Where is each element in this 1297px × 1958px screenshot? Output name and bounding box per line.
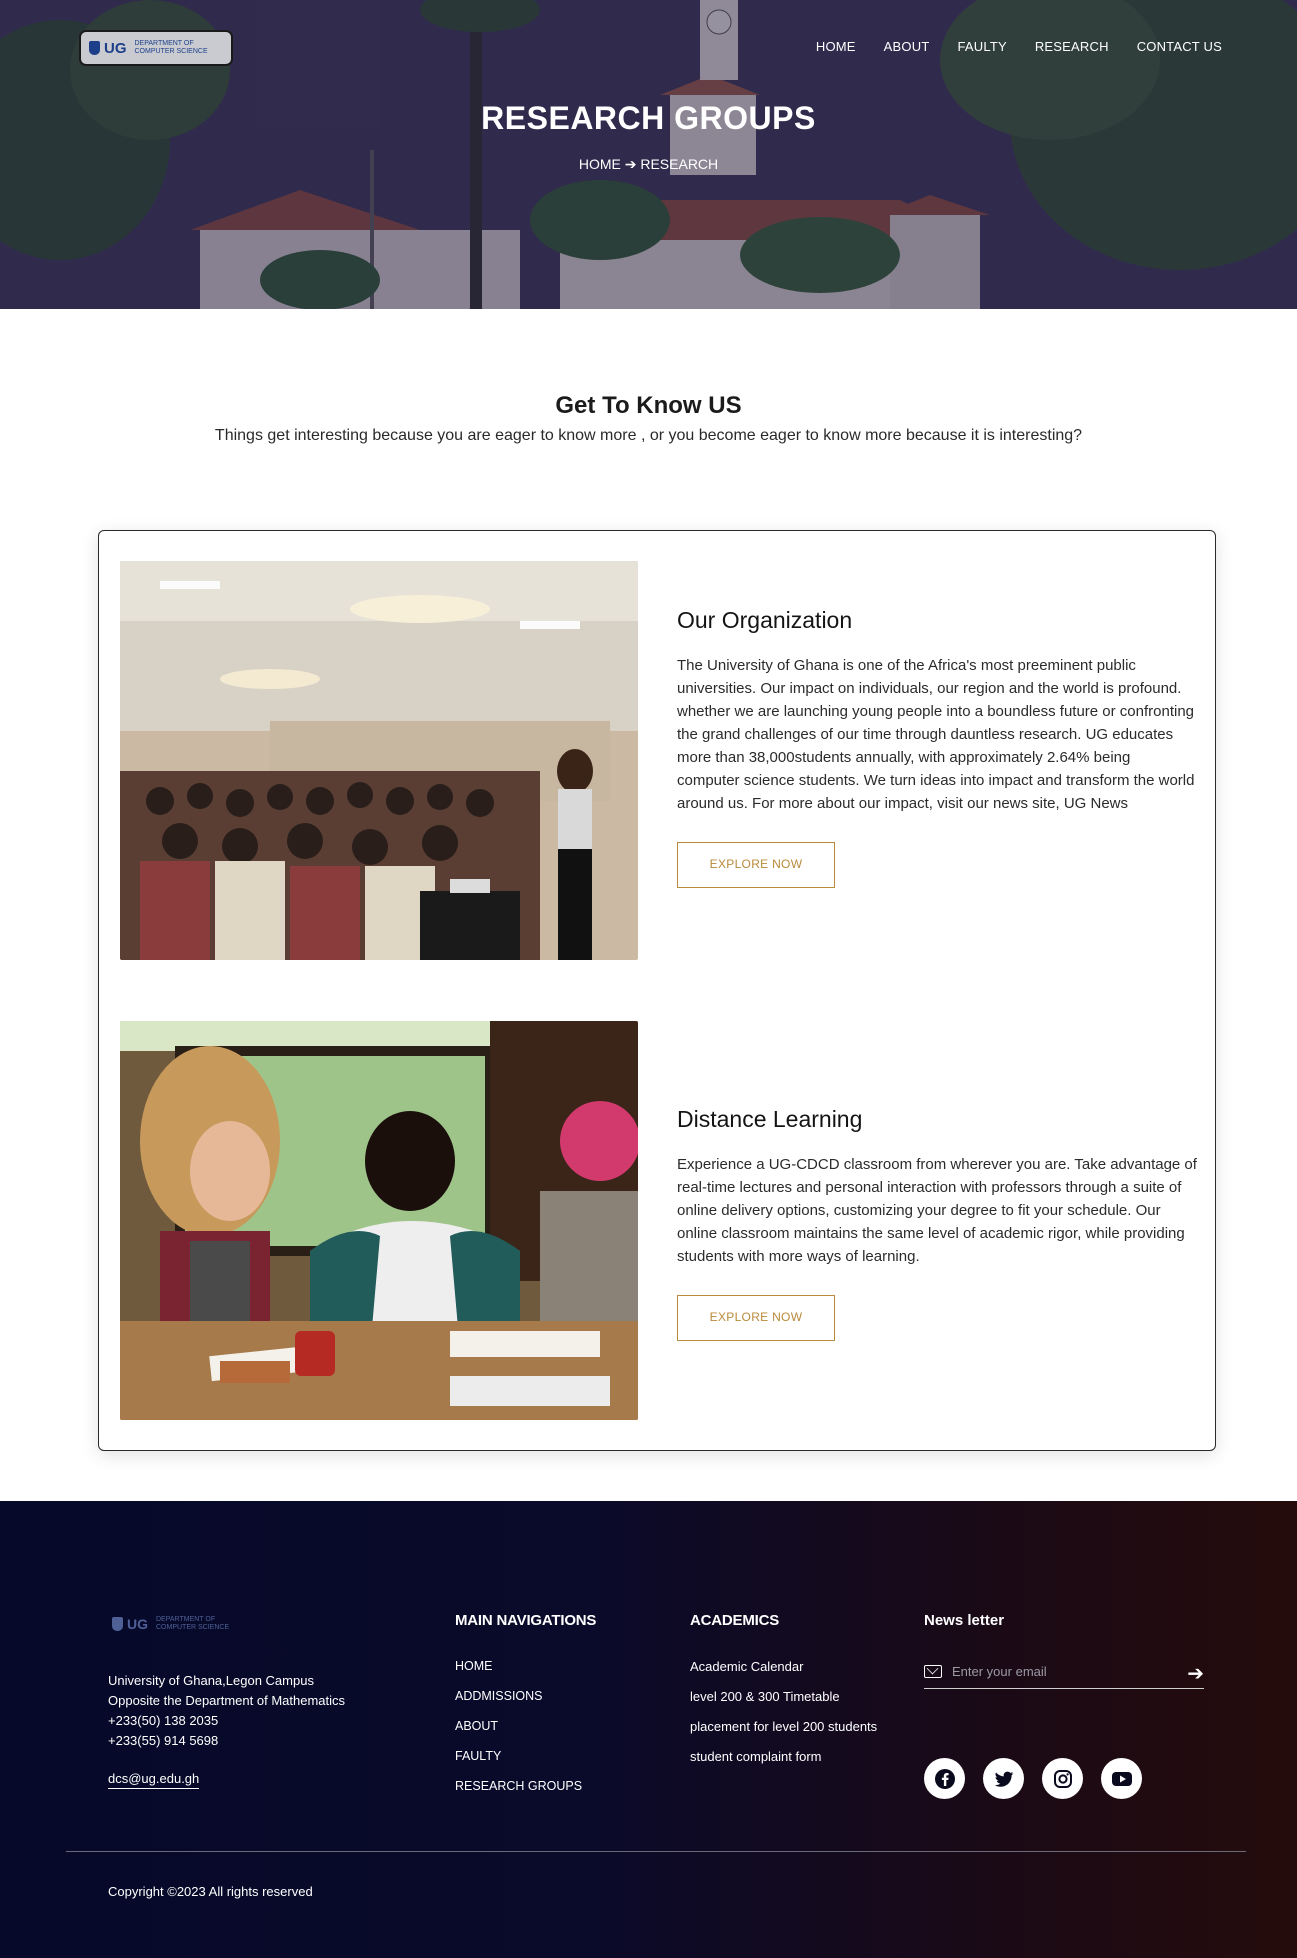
site-logo[interactable]: UG DEPARTMENT OF COMPUTER SCIENCE — [79, 30, 233, 66]
youtube-icon[interactable] — [1101, 1758, 1142, 1799]
section-subtitle: Things get interesting because you are e… — [214, 427, 1083, 444]
logo-line2: COMPUTER SCIENCE — [134, 48, 208, 55]
nav-contact[interactable]: CONTACT US — [1137, 39, 1222, 54]
footer-academics: ACADEMICS Academic Calendar level 200 & … — [690, 1612, 890, 1777]
breadcrumb-current: RESEARCH — [640, 156, 719, 172]
footer-logo-line2: COMPUTER SCIENCE — [156, 1624, 230, 1631]
nav-home[interactable]: HOME — [816, 39, 856, 54]
nav-research[interactable]: RESEARCH — [1035, 39, 1109, 54]
footer-logo-abbr: UG — [127, 1616, 148, 1632]
footer-link-timetable[interactable]: level 200 & 300 Timetable — [690, 1687, 890, 1706]
footer-email-link[interactable]: dcs@ug.edu.gh — [108, 1771, 200, 1789]
twitter-icon[interactable] — [983, 1758, 1024, 1799]
footer-link-research-groups[interactable]: RESEARCH GROUPS — [455, 1777, 596, 1796]
breadcrumb: HOME ➔ RESEARCH — [0, 156, 1297, 173]
footer-logo-line1: DEPARTMENT OF — [156, 1616, 216, 1623]
footer-main-nav-title: MAIN NAVIGATIONS — [455, 1612, 597, 1629]
address-line: University of Ghana,Legon Campus — [108, 1673, 314, 1688]
footer-link-admissions[interactable]: ADDMISSIONS — [455, 1687, 596, 1706]
footer-link-placement[interactable]: placement for level 200 students — [690, 1717, 890, 1736]
conference-photo — [120, 561, 638, 960]
phone-number: +233(55) 914 5698 — [108, 1733, 219, 1748]
distance-learning-body: Experience a UG-CDCD classroom from wher… — [677, 1156, 1197, 1265]
breadcrumb-arrow-icon: ➔ — [624, 156, 637, 172]
newsletter-title: News letter — [924, 1612, 1005, 1629]
organization-title: Our Organization — [677, 607, 853, 633]
footer-academics-title: ACADEMICS — [690, 1612, 780, 1629]
facebook-icon[interactable] — [924, 1758, 965, 1799]
ug-crest-icon — [112, 1617, 123, 1631]
info-card: Our Organization The University of Ghana… — [98, 530, 1216, 1451]
newsletter-email-input[interactable] — [952, 1664, 1172, 1679]
logo-abbr: UG — [104, 39, 127, 57]
arrow-right-icon[interactable]: ➔ — [1187, 1661, 1204, 1686]
explore-now-button[interactable]: EXPLORE NOW — [677, 842, 835, 888]
organization-body: The University of Ghana is one of the Af… — [677, 657, 1195, 812]
footer-link-home[interactable]: HOME — [455, 1657, 596, 1676]
phone-number: +233(50) 138 2035 — [108, 1713, 219, 1728]
nav-about[interactable]: ABOUT — [884, 39, 930, 54]
footer-divider — [66, 1851, 1246, 1852]
section-title: Get To Know US — [555, 392, 742, 419]
footer-address: University of Ghana,Legon Campus Opposit… — [108, 1671, 345, 1751]
nav-faulty[interactable]: FAULTY — [957, 39, 1006, 54]
envelope-icon — [924, 1665, 942, 1678]
ug-crest-icon — [89, 41, 100, 55]
footer-main-nav: MAIN NAVIGATIONS HOME ADDMISSIONS ABOUT … — [455, 1612, 596, 1807]
footer-link-complaint-form[interactable]: student complaint form — [690, 1747, 890, 1766]
distance-learning-block: Distance Learning Experience a UG-CDCD c… — [677, 1106, 1197, 1341]
footer-link-academic-calendar[interactable]: Academic Calendar — [690, 1657, 890, 1676]
explore-now-button[interactable]: EXPLORE NOW — [677, 1295, 835, 1341]
logo-dept-text: DEPARTMENT OF COMPUTER SCIENCE — [135, 40, 208, 56]
footer-link-about[interactable]: ABOUT — [455, 1717, 596, 1736]
hero-banner: UG DEPARTMENT OF COMPUTER SCIENCE HOME A… — [0, 0, 1297, 309]
footer-link-faulty[interactable]: FAULTY — [455, 1747, 596, 1766]
footer-logo[interactable]: UG DEPARTMENT OF COMPUTER SCIENCE — [112, 1616, 229, 1632]
page-title: RESEARCH GROUPS — [481, 100, 816, 136]
logo-line1: DEPARTMENT OF — [134, 40, 194, 47]
distance-learning-title: Distance Learning — [677, 1106, 863, 1132]
newsletter-form: ➔ — [924, 1655, 1204, 1689]
footer-logo-dept: DEPARTMENT OF COMPUTER SCIENCE — [156, 1616, 229, 1632]
organization-block: Our Organization The University of Ghana… — [677, 607, 1197, 888]
students-photo — [120, 1021, 638, 1420]
social-links — [924, 1758, 1142, 1799]
instagram-icon[interactable] — [1042, 1758, 1083, 1799]
main-nav: HOME ABOUT FAULTY RESEARCH CONTACT US — [816, 39, 1222, 54]
newsletter: News letter ➔ — [924, 1612, 1204, 1689]
breadcrumb-home[interactable]: HOME — [579, 156, 621, 172]
copyright: Copyright ©2023 All rights reserved — [108, 1884, 313, 1899]
site-footer: UG DEPARTMENT OF COMPUTER SCIENCE Univer… — [0, 1501, 1297, 1958]
address-line: Opposite the Department of Mathematics — [108, 1693, 346, 1708]
